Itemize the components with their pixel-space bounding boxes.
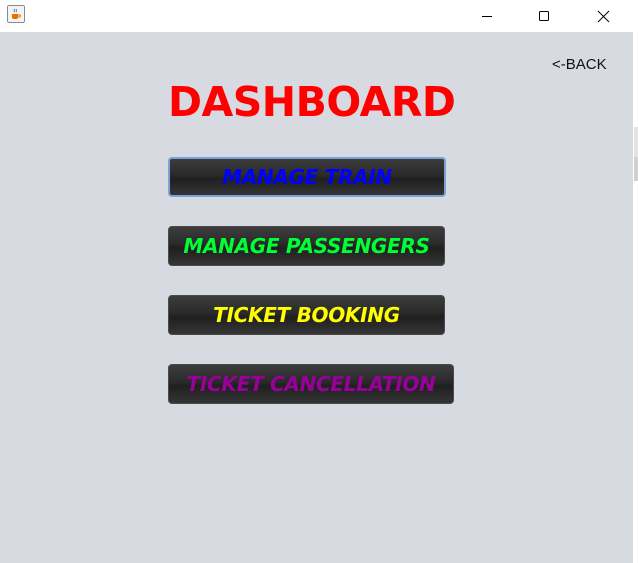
ticket-booking-button[interactable]: TICKET BOOKING [168, 295, 445, 335]
application-window: <-BACK DASHBOARD MANAGE TRAIN MANAGE PAS… [0, 0, 638, 563]
edge-mark [634, 157, 638, 181]
back-button[interactable]: <-BACK [552, 56, 607, 73]
manage-train-button[interactable]: MANAGE TRAIN [168, 157, 446, 197]
manage-passengers-button[interactable]: MANAGE PASSENGERS [168, 226, 445, 266]
minimize-button[interactable] [464, 0, 510, 32]
java-coffee-cup-icon[interactable] [7, 5, 25, 23]
title-bar[interactable] [0, 0, 638, 32]
ticket-cancellation-button[interactable]: TICKET CANCELLATION [168, 364, 454, 404]
page-title: DASHBOARD [168, 78, 456, 126]
window-edge [633, 32, 638, 563]
maximize-button[interactable] [521, 0, 567, 32]
close-icon [597, 10, 609, 22]
minimize-icon [482, 16, 492, 17]
maximize-icon [539, 11, 549, 21]
close-button[interactable] [580, 0, 626, 32]
